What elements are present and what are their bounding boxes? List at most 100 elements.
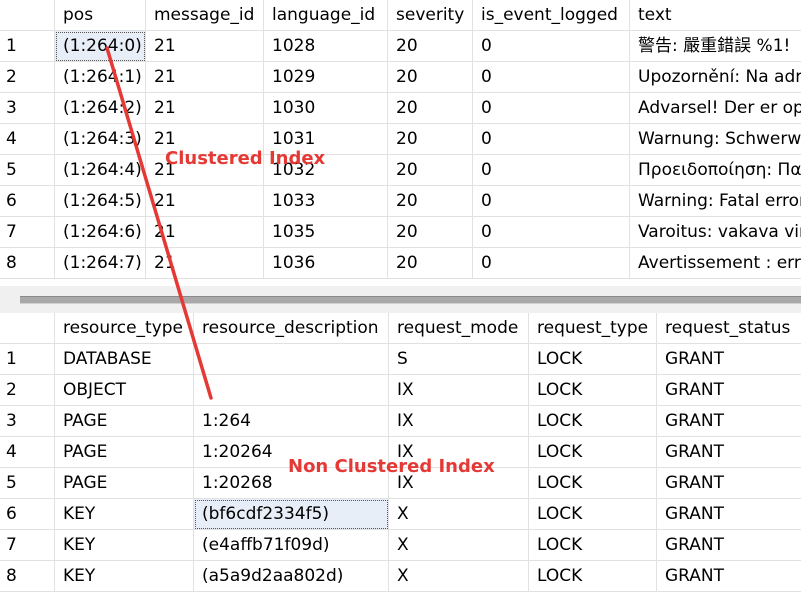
cell-request-type[interactable]: LOCK bbox=[529, 437, 657, 468]
column-header-resource-type[interactable]: resource_type bbox=[55, 313, 194, 344]
cell-message-id[interactable]: 21 bbox=[146, 186, 264, 217]
cell-resource-type[interactable]: PAGE bbox=[55, 437, 194, 468]
column-header-message-id[interactable]: message_id bbox=[146, 0, 264, 31]
row-number[interactable]: 6 bbox=[0, 186, 55, 217]
column-header-language-id[interactable]: language_id bbox=[264, 0, 388, 31]
cell-text[interactable]: Warning: Fatal error bbox=[630, 186, 801, 217]
cell-request-status[interactable]: GRANT bbox=[657, 499, 801, 530]
cell-severity[interactable]: 20 bbox=[388, 62, 473, 93]
cell-message-id[interactable]: 21 bbox=[146, 62, 264, 93]
cell-is-event-logged[interactable]: 0 bbox=[473, 124, 630, 155]
cell-pos[interactable]: (1:264:2) bbox=[55, 93, 146, 124]
column-header-request-mode[interactable]: request_mode bbox=[389, 313, 529, 344]
row-number[interactable]: 4 bbox=[0, 124, 55, 155]
cell-language-id[interactable]: 1029 bbox=[264, 62, 388, 93]
table-row[interactable]: 2 OBJECT IX LOCK GRANT bbox=[0, 375, 801, 406]
cell-text[interactable]: Προειδοποίηση: Πα bbox=[630, 155, 801, 186]
cell-severity[interactable]: 20 bbox=[388, 124, 473, 155]
row-number[interactable]: 8 bbox=[0, 561, 55, 592]
row-number[interactable]: 1 bbox=[0, 344, 55, 375]
cell-is-event-logged[interactable]: 0 bbox=[473, 186, 630, 217]
cell-resource-description[interactable]: 1:264 bbox=[194, 406, 389, 437]
cell-resource-type[interactable]: KEY bbox=[55, 561, 194, 592]
column-header-resource-description[interactable]: resource_description bbox=[194, 313, 389, 344]
table-row[interactable]: 8 (1:264:7) 21 1036 20 0 Avertissement : erre bbox=[0, 248, 801, 279]
cell-request-status[interactable]: GRANT bbox=[657, 437, 801, 468]
cell-message-id[interactable]: 21 bbox=[146, 93, 264, 124]
column-header-severity[interactable]: severity bbox=[388, 0, 473, 31]
cell-request-type[interactable]: LOCK bbox=[529, 375, 657, 406]
cell-resource-description[interactable]: (e4affb71f09d) bbox=[194, 530, 389, 561]
results-grid-top[interactable]: pos message_id language_id severity is_event… bbox=[0, 0, 801, 286]
cell-is-event-logged[interactable]: 0 bbox=[473, 248, 630, 279]
cell-is-event-logged[interactable]: 0 bbox=[473, 155, 630, 186]
row-number[interactable]: 7 bbox=[0, 217, 55, 248]
row-number[interactable]: 5 bbox=[0, 155, 55, 186]
row-number[interactable]: 2 bbox=[0, 62, 55, 93]
cell-language-id[interactable]: 1028 bbox=[264, 31, 388, 62]
cell-is-event-logged[interactable]: 0 bbox=[473, 93, 630, 124]
cell-request-status[interactable]: GRANT bbox=[657, 468, 801, 499]
cell-message-id[interactable]: 21 bbox=[146, 248, 264, 279]
table-row[interactable]: 6 (1:264:5) 21 1033 20 0 Warning: Fatal error bbox=[0, 186, 801, 217]
cell-resource-description[interactable] bbox=[194, 344, 389, 375]
cell-resource-type[interactable]: KEY bbox=[55, 499, 194, 530]
cell-request-mode[interactable]: IX bbox=[389, 406, 529, 437]
column-header-text[interactable]: text bbox=[630, 0, 801, 31]
cell-text[interactable]: Varoitus: vakava virh bbox=[630, 217, 801, 248]
cell-request-type[interactable]: LOCK bbox=[529, 344, 657, 375]
cell-resource-description[interactable]: (a5a9d2aa802d) bbox=[194, 561, 389, 592]
table-row[interactable]: 1 DATABASE S LOCK GRANT bbox=[0, 344, 801, 375]
splitter-handle[interactable] bbox=[20, 296, 801, 304]
table-row[interactable]: 6 KEY (bf6cdf2334f5) X LOCK GRANT bbox=[0, 499, 801, 530]
cell-is-event-logged[interactable]: 0 bbox=[473, 31, 630, 62]
cell-resource-type[interactable]: DATABASE bbox=[55, 344, 194, 375]
column-header-is-event-logged[interactable]: is_event_logged bbox=[473, 0, 630, 31]
cell-severity[interactable]: 20 bbox=[388, 155, 473, 186]
cell-request-type[interactable]: LOCK bbox=[529, 530, 657, 561]
cell-message-id[interactable]: 21 bbox=[146, 217, 264, 248]
cell-resource-description[interactable]: (bf6cdf2334f5) bbox=[194, 499, 389, 530]
cell-resource-type[interactable]: OBJECT bbox=[55, 375, 194, 406]
table-row[interactable]: 1 (1:264:0) 21 1028 20 0 警告: 嚴重錯誤 %1! bbox=[0, 31, 801, 62]
cell-request-mode[interactable]: X bbox=[389, 499, 529, 530]
table-row[interactable]: 2 (1:264:1) 21 1029 20 0 Upozornění: Na adr bbox=[0, 62, 801, 93]
cell-severity[interactable]: 20 bbox=[388, 186, 473, 217]
cell-pos[interactable]: (1:264:0) bbox=[55, 31, 146, 62]
cell-request-mode[interactable]: IX bbox=[389, 375, 529, 406]
column-header-request-status[interactable]: request_status bbox=[657, 313, 801, 344]
cell-severity[interactable]: 20 bbox=[388, 93, 473, 124]
table-row[interactable]: 7 (1:264:6) 21 1035 20 0 Varoitus: vakava virh bbox=[0, 217, 801, 248]
cell-message-id[interactable]: 21 bbox=[146, 31, 264, 62]
cell-request-type[interactable]: LOCK bbox=[529, 406, 657, 437]
cell-severity[interactable]: 20 bbox=[388, 217, 473, 248]
cell-text[interactable]: Upozornění: Na adr bbox=[630, 62, 801, 93]
row-number[interactable]: 3 bbox=[0, 93, 55, 124]
cell-pos[interactable]: (1:264:4) bbox=[55, 155, 146, 186]
row-number[interactable]: 3 bbox=[0, 406, 55, 437]
cell-request-mode[interactable]: X bbox=[389, 530, 529, 561]
cell-language-id[interactable]: 1030 bbox=[264, 93, 388, 124]
cell-language-id[interactable]: 1033 bbox=[264, 186, 388, 217]
results-grid-bottom[interactable]: resource_type resource_description request… bbox=[0, 313, 801, 593]
table-row[interactable]: 4 (1:264:3) 21 1031 20 0 Warnung: Schwerw bbox=[0, 124, 801, 155]
row-number[interactable]: 4 bbox=[0, 437, 55, 468]
cell-pos[interactable]: (1:264:5) bbox=[55, 186, 146, 217]
cell-language-id[interactable]: 1036 bbox=[264, 248, 388, 279]
cell-request-type[interactable]: LOCK bbox=[529, 499, 657, 530]
cell-is-event-logged[interactable]: 0 bbox=[473, 217, 630, 248]
cell-pos[interactable]: (1:264:1) bbox=[55, 62, 146, 93]
cell-text[interactable]: Avertissement : erre bbox=[630, 248, 801, 279]
row-number[interactable]: 6 bbox=[0, 499, 55, 530]
row-number[interactable]: 5 bbox=[0, 468, 55, 499]
table-row[interactable]: 3 PAGE 1:264 IX LOCK GRANT bbox=[0, 406, 801, 437]
table-row[interactable]: 3 (1:264:2) 21 1030 20 0 Advarsel! Der er ops bbox=[0, 93, 801, 124]
cell-severity[interactable]: 20 bbox=[388, 31, 473, 62]
cell-text[interactable]: 警告: 嚴重錯誤 %1! bbox=[630, 31, 801, 62]
cell-resource-type[interactable]: KEY bbox=[55, 530, 194, 561]
cell-resource-type[interactable]: PAGE bbox=[55, 406, 194, 437]
cell-pos[interactable]: (1:264:3) bbox=[55, 124, 146, 155]
cell-pos[interactable]: (1:264:6) bbox=[55, 217, 146, 248]
column-header-pos[interactable]: pos bbox=[55, 0, 146, 31]
table-row[interactable]: 7 KEY (e4affb71f09d) X LOCK GRANT bbox=[0, 530, 801, 561]
